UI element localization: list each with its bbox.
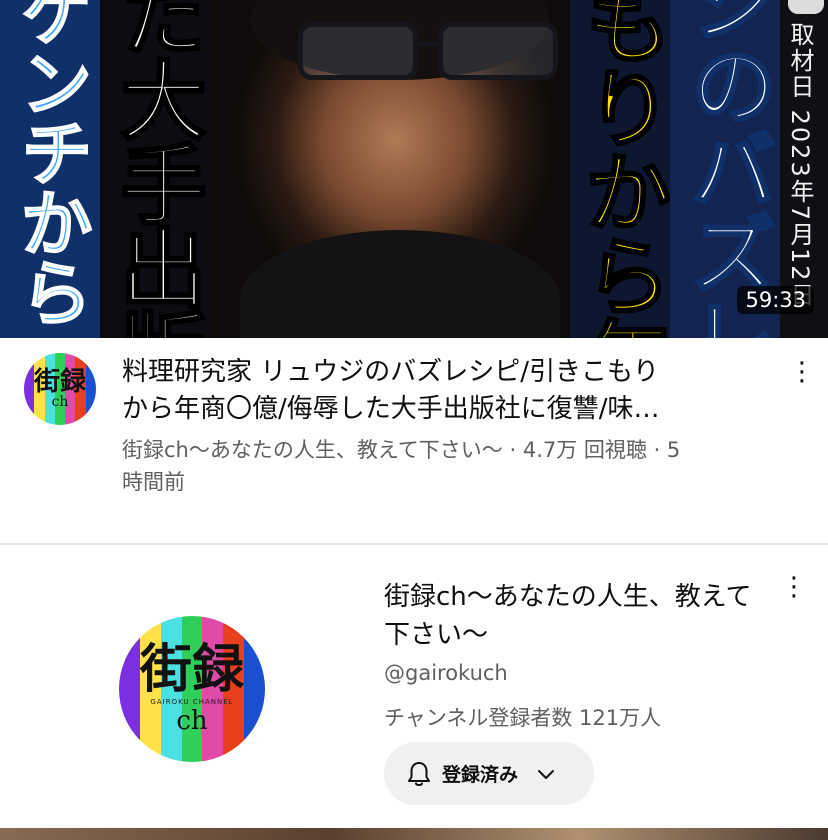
video-meta-line1: 街録ch〜あなたの人生、教えて下さい〜 · 4.7万 回視聴 · 5 [122, 438, 681, 462]
channel-more-options-icon[interactable]: ⋮ [779, 572, 809, 602]
channel-name[interactable]: 街録ch〜あなたの人生、教えて下さい〜 [384, 578, 774, 654]
subscriber-count: チャンネル登録者数 121万人 [384, 706, 662, 730]
thumbnail-corner-logo [788, 0, 824, 14]
channel-handle: @gairokuch [384, 661, 508, 685]
bell-icon [406, 760, 432, 788]
next-thumbnail-peek [0, 828, 828, 840]
subscribed-button[interactable]: 登録済み [384, 742, 594, 805]
video-thumbnail[interactable]: ケンチから「人殺し」 た大手出版社Kに復讐 もりから年商■億 ジのバズレシピ 取… [0, 0, 828, 338]
thumbnail-caption-3: もりから年商■億 [570, 0, 670, 338]
video-meta-line2: 時間前 [122, 470, 185, 494]
video-title[interactable]: 料理研究家 リュウジのバズレシピ/引きこもり から年商〇億/侮辱した大手出版社に… [122, 354, 762, 428]
avatar-logo-ch: ch [176, 706, 208, 736]
duration-badge: 59:33 [737, 286, 814, 314]
thumbnail-photo [210, 0, 570, 338]
avatar-logo-subtext: GAIROKU CHANNEL [150, 698, 234, 706]
avatar-logo-ch: ch [51, 394, 69, 410]
video-title-line2: から年商〇億/侮辱した大手出版社に復讐/味… [122, 394, 660, 424]
video-title-line1: 料理研究家 リュウジのバズレシピ/引きこもり [122, 357, 660, 387]
thumbnail-caption-2: た大手出版社Kに復讐 [100, 0, 210, 338]
thumbnail-caption-1: ケンチから「人殺し」 [0, 0, 100, 338]
section-divider [0, 543, 828, 545]
avatar-logo-text: 街録 [33, 367, 86, 397]
video-more-options-icon[interactable]: ⋮ [787, 357, 817, 387]
channel-card-avatar[interactable]: 街録 GAIROKU CHANNEL ch [119, 616, 265, 762]
channel-avatar[interactable]: 街録 ch [24, 353, 96, 425]
chevron-down-icon [536, 767, 556, 781]
subscribed-label: 登録済み [442, 764, 519, 786]
avatar-logo-text: 街録 [139, 639, 244, 700]
video-meta: 街録ch〜あなたの人生、教えて下さい〜 · 4.7万 回視聴 · 5 時間前 [122, 434, 782, 498]
